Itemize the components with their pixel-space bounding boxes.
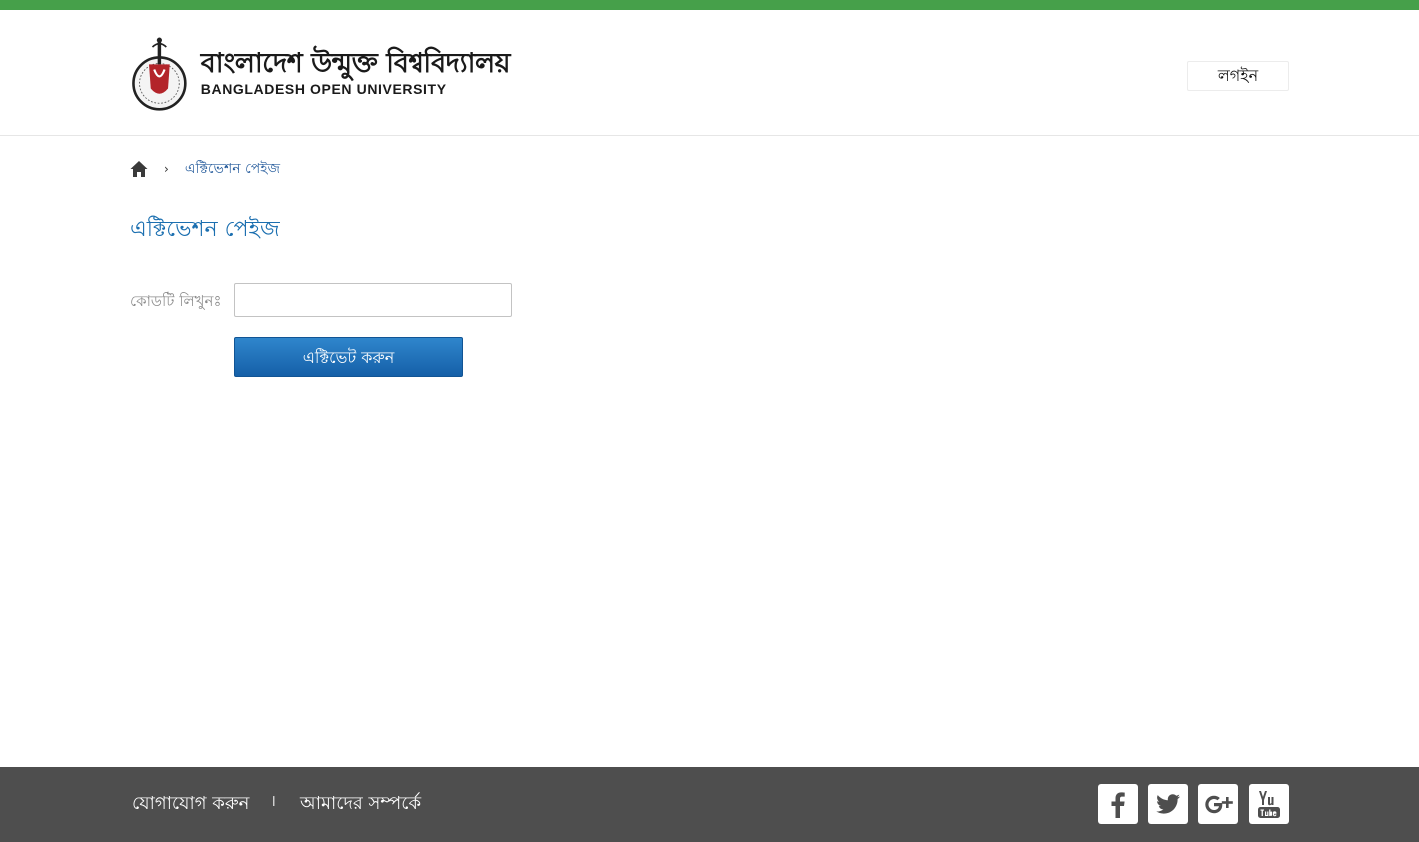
youtube-icon[interactable] (1249, 784, 1289, 824)
breadcrumb-current[interactable]: এক্টিভেশন পেইজ (185, 157, 280, 181)
site-logo[interactable]: বাংলাদেশ উন্মুক্ত বিশ্ববিদ্যালয় BANGLAD… (130, 28, 511, 118)
activate-button[interactable]: এক্টিভেট করুন (234, 337, 463, 377)
facebook-icon[interactable] (1098, 784, 1138, 824)
breadcrumb-separator: › (164, 162, 169, 176)
logo-name-bangla: বাংলাদেশ উন্মুক্ত বিশ্ববিদ্যালয় (200, 48, 511, 79)
footer-link-about[interactable]: আমাদের সম্পর্কে (300, 789, 421, 820)
breadcrumb: › এক্টিভেশন পেইজ (130, 156, 280, 182)
footer-link-contact[interactable]: যোগাযোগ করুন (132, 789, 249, 820)
code-label: কোডটি লিখুনঃ (130, 292, 222, 310)
page-title: এক্টিভেশন পেইজ (130, 217, 280, 242)
code-input[interactable] (234, 283, 512, 317)
top-accent-bar (0, 0, 1419, 10)
login-button[interactable]: লগইন (1187, 61, 1289, 91)
home-icon[interactable] (130, 160, 148, 178)
footer-separator: । (270, 791, 277, 810)
google-plus-icon[interactable] (1198, 784, 1238, 824)
university-emblem-icon (132, 37, 187, 111)
logo-name-english: BANGLADESH OPEN UNIVERSITY (200, 81, 447, 97)
site-footer: যোগাযোগ করুন । আমাদের সম্পর্কে (0, 767, 1419, 842)
twitter-icon[interactable] (1148, 784, 1188, 824)
site-header: বাংলাদেশ উন্মুক্ত বিশ্ববিদ্যালয় BANGLAD… (0, 10, 1419, 136)
